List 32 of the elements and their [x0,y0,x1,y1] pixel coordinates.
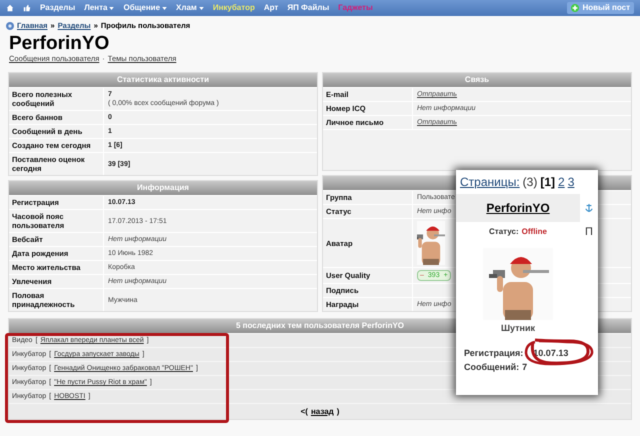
nav-link[interactable]: Хлам [176,2,204,14]
messages-count: 7 [522,360,528,374]
back-link[interactable]: назад [310,406,334,418]
section-header: Связь [323,73,631,87]
anchor-icon[interactable] [585,203,593,213]
nav-link[interactable]: Разделы [40,2,76,14]
current-page: [1] [540,174,556,191]
registration-label: Регистрация: [464,346,524,360]
back-bracket: ) [336,406,340,418]
nav-link[interactable]: ЯП Файлы [287,2,330,14]
registration-date: 10.07.13 [533,346,568,360]
section-header: Информация [9,181,317,195]
cut-text: П [584,224,593,240]
rank-text: Шутник [500,322,536,335]
nav-link[interactable]: Общение [123,2,168,14]
nav-link[interactable]: Арт [264,2,278,14]
plus-icon [571,4,580,12]
home-icon[interactable] [6,4,14,12]
back-bracket: <( [300,406,308,418]
status-value: Offline [522,226,547,238]
username-link[interactable]: PerforinYO [486,199,550,217]
thumbs-up-icon[interactable] [23,4,31,12]
pages-label[interactable]: Страницы: [460,173,520,191]
status-label: Статус: [489,226,519,238]
nav-link[interactable]: Лента [84,2,114,14]
globe-icon [6,22,14,30]
page-link[interactable]: 3 [568,173,574,191]
messages-label: Сообщений: [464,360,520,374]
page-count: (3) [522,174,538,191]
profile-title: PerforinYO [8,34,110,54]
page-link[interactable]: 2 [558,173,565,191]
section-header: Статистика активности [9,73,317,87]
